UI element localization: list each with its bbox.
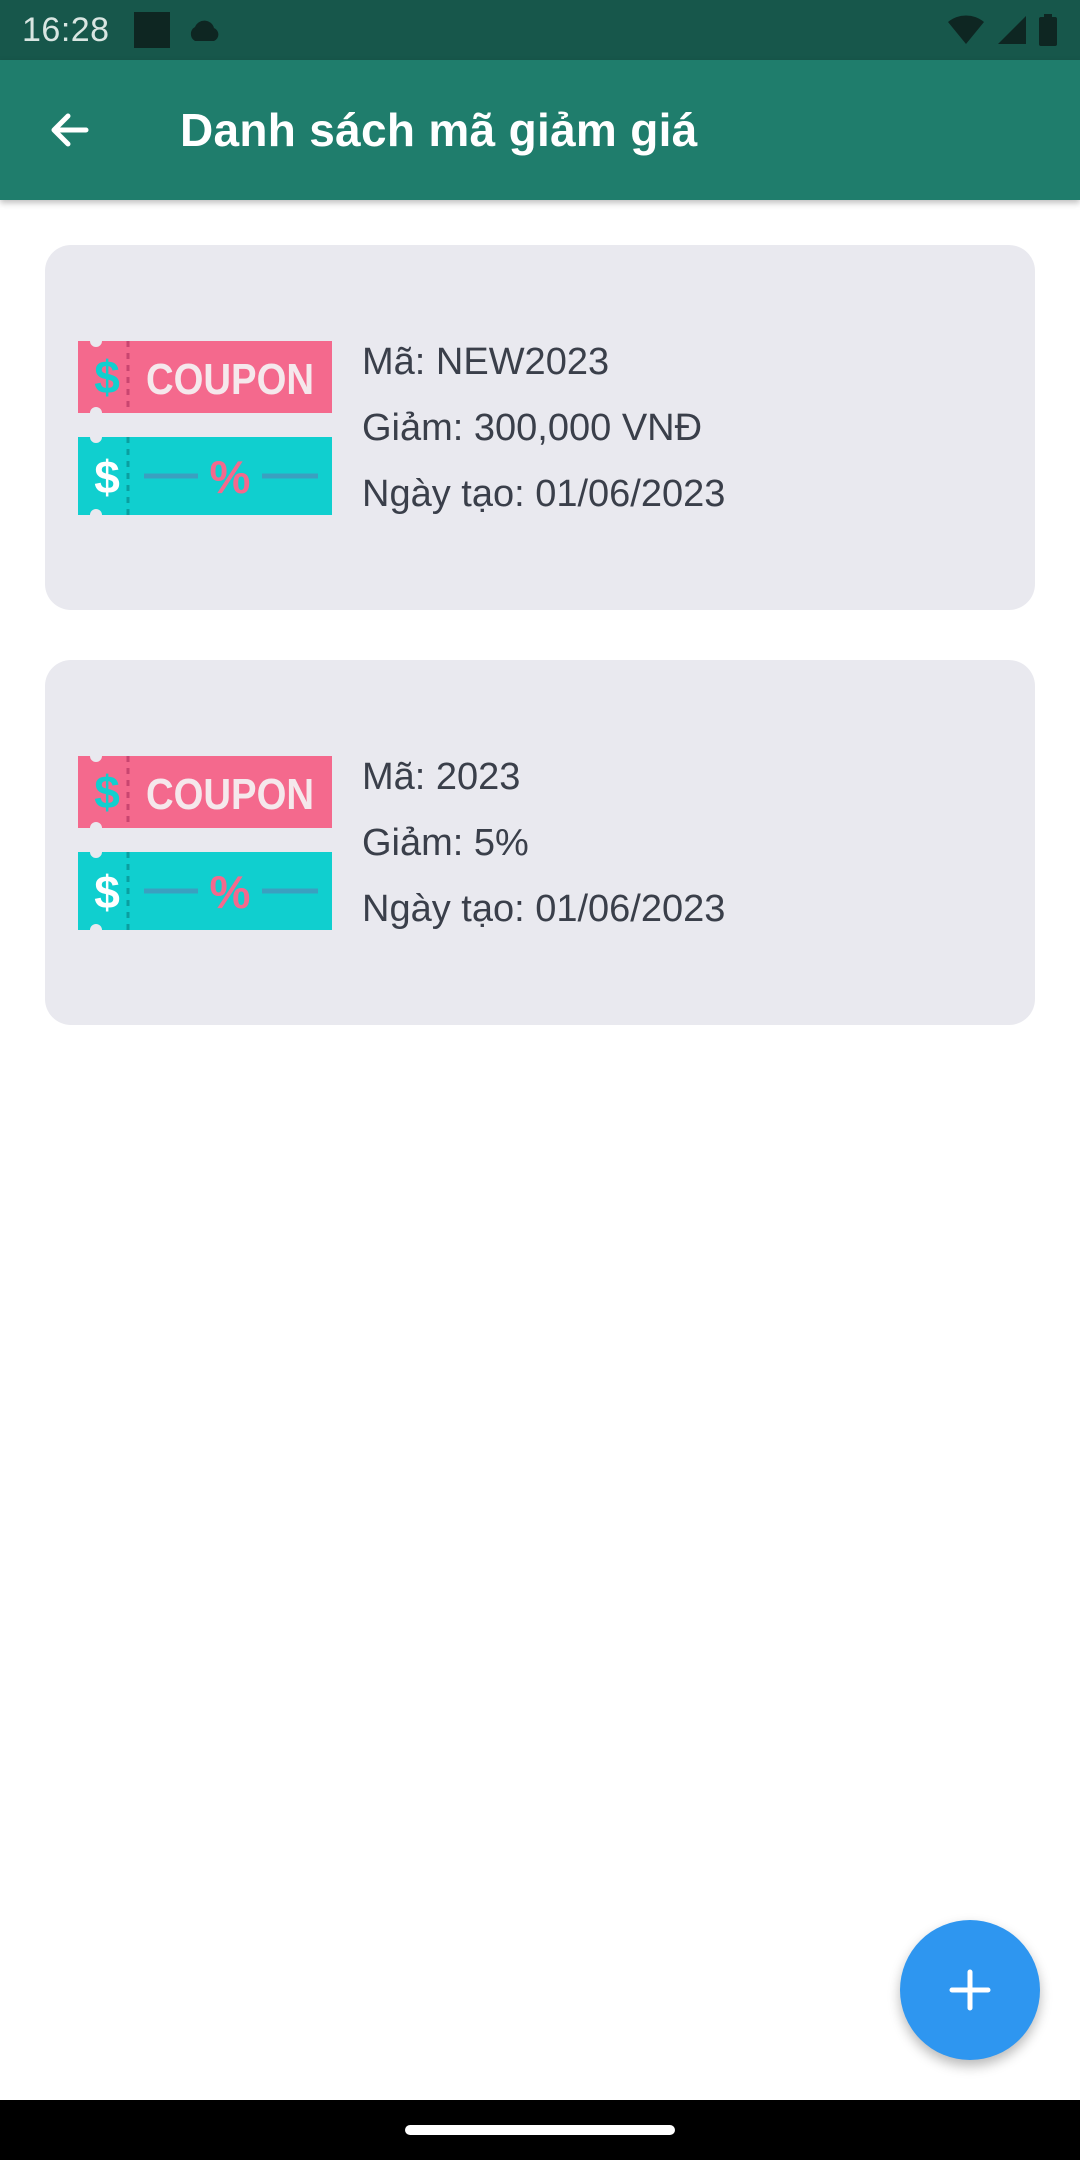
- coupon-code: Mã: 2023: [362, 755, 521, 798]
- add-coupon-button[interactable]: [900, 1920, 1040, 2060]
- arrow-back-icon: [51, 113, 89, 147]
- signal-icon: [996, 14, 1028, 46]
- home-indicator[interactable]: [405, 2125, 675, 2135]
- app-bar: Danh sách mã giảm giá: [0, 60, 1080, 200]
- coupon-percent-symbol: %: [210, 866, 251, 918]
- notification-square-icon: [133, 12, 170, 48]
- back-button[interactable]: [0, 60, 140, 200]
- coupon-dollar-symbol: $: [94, 766, 120, 818]
- coupon-ticket-icon: $ COUPON $ %: [78, 755, 332, 930]
- status-bar: 16:28: [0, 0, 1080, 60]
- coupon-discount: Giảm: 300,000 VNĐ: [362, 406, 703, 449]
- status-time: 16:28: [22, 10, 110, 49]
- coupon-info: Mã: 2023 Giảm: 5% Ngày tạo: 01/06/2023: [362, 744, 725, 942]
- wifi-icon: [946, 14, 986, 46]
- status-icons: [946, 14, 1058, 46]
- coupon-dollar-symbol: $: [94, 351, 120, 403]
- coupon-info: Mã: NEW2023 Giảm: 300,000 VNĐ Ngày tạo: …: [362, 329, 725, 527]
- coupon-card[interactable]: $ COUPON $ % Mã: NEW2023 Giảm: 300,000 V…: [45, 245, 1035, 610]
- coupon-dollar-symbol-2: $: [94, 866, 120, 918]
- coupon-created-date: Ngày tạo: 01/06/2023: [362, 887, 726, 930]
- coupon-ticket-icon: $ COUPON $ %: [78, 340, 332, 515]
- coupon-created-date: Ngày tạo: 01/06/2023: [362, 472, 726, 515]
- plus-icon: [949, 1969, 991, 2011]
- coupon-label: COUPON: [146, 770, 314, 819]
- coupon-dollar-symbol-2: $: [94, 451, 120, 503]
- coupon-label: COUPON: [146, 355, 314, 404]
- cloud-icon: [186, 17, 222, 43]
- screen: 16:28 Danh sách mã giảm giá $ COUPON $ %…: [0, 0, 1080, 2160]
- coupon-list: $ COUPON $ % Mã: NEW2023 Giảm: 300,000 V…: [45, 245, 1035, 1075]
- coupon-card[interactable]: $ COUPON $ % Mã: 2023 Giảm: 5% Ngày tạo:…: [45, 660, 1035, 1025]
- coupon-percent-symbol: %: [210, 451, 251, 503]
- page-title: Danh sách mã giảm giá: [180, 104, 698, 156]
- coupon-code: Mã: NEW2023: [362, 340, 610, 383]
- battery-icon: [1038, 14, 1058, 46]
- system-nav-bar: [0, 2100, 1080, 2160]
- coupon-discount: Giảm: 5%: [362, 821, 529, 864]
